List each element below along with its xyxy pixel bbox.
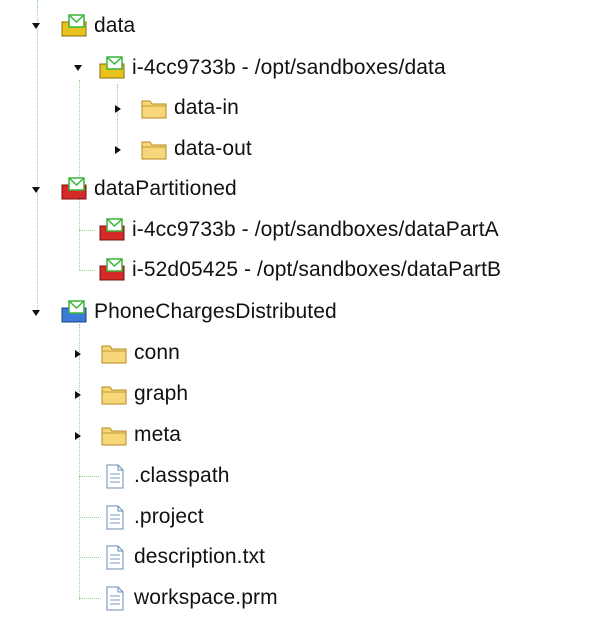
node-label: conn: [134, 341, 180, 364]
node-label: workspace.prm: [134, 586, 278, 609]
node-label: .classpath: [134, 464, 230, 487]
node-label: .project: [134, 505, 204, 528]
expand-toggle[interactable]: [112, 103, 124, 115]
tree-node[interactable]: data: [60, 10, 135, 42]
expand-toggle[interactable]: [72, 389, 84, 401]
folder-icon: [100, 340, 128, 366]
collapsed-arrow-icon: [75, 432, 81, 440]
project-tree: data i-4cc9733b - /opt/sandboxes/data da…: [0, 0, 602, 626]
project-folder-icon: [60, 176, 88, 202]
tree-line: [117, 84, 118, 150]
tree-node[interactable]: workspace.prm: [100, 582, 278, 614]
file-icon: [100, 544, 128, 570]
project-folder-icon: [98, 55, 126, 81]
node-label: PhoneChargesDistributed: [94, 300, 337, 323]
node-label: data: [94, 14, 136, 37]
tree-node[interactable]: dataPartitioned: [60, 173, 237, 205]
expanded-arrow-icon: [74, 65, 82, 71]
expand-toggle[interactable]: [30, 20, 42, 32]
expand-toggle[interactable]: [72, 62, 84, 74]
node-label: description.txt: [134, 545, 266, 568]
tree-node[interactable]: description.txt: [100, 541, 265, 573]
expand-toggle[interactable]: [72, 430, 84, 442]
node-label: i-4cc9733b - /opt/sandboxes/data: [132, 56, 446, 79]
tree-node[interactable]: meta: [100, 419, 181, 451]
collapsed-arrow-icon: [75, 350, 81, 358]
tree-node[interactable]: PhoneChargesDistributed: [60, 296, 337, 328]
folder-icon: [140, 95, 168, 121]
expanded-arrow-icon: [32, 187, 40, 193]
expand-toggle[interactable]: [112, 144, 124, 156]
folder-icon: [100, 381, 128, 407]
expanded-arrow-icon: [32, 310, 40, 316]
tree-line: [79, 598, 101, 599]
file-icon: [100, 504, 128, 530]
tree-node[interactable]: .classpath: [100, 460, 230, 492]
folder-icon: [100, 422, 128, 448]
tree-node[interactable]: i-4cc9733b - /opt/sandboxes/dataPartA: [98, 214, 499, 246]
expand-toggle[interactable]: [30, 184, 42, 196]
tree-node[interactable]: .project: [100, 501, 204, 533]
folder-icon: [140, 136, 168, 162]
node-label: graph: [134, 382, 189, 405]
tree-line: [79, 557, 101, 558]
tree-node[interactable]: data-out: [140, 133, 252, 165]
project-folder-icon: [98, 257, 126, 283]
project-folder-icon: [98, 217, 126, 243]
collapsed-arrow-icon: [75, 391, 81, 399]
collapsed-arrow-icon: [115, 146, 121, 154]
tree-node[interactable]: i-4cc9733b - /opt/sandboxes/data: [98, 52, 446, 84]
tree-node[interactable]: conn: [100, 337, 180, 369]
collapsed-arrow-icon: [115, 105, 121, 113]
node-label: data-in: [174, 96, 239, 119]
project-folder-icon: [60, 299, 88, 325]
project-folder-icon: [60, 13, 88, 39]
file-icon: [100, 463, 128, 489]
file-icon: [100, 585, 128, 611]
node-label: i-4cc9733b - /opt/sandboxes/dataPartA: [132, 218, 499, 241]
tree-line: [79, 476, 101, 477]
tree-line: [79, 324, 80, 600]
tree-node[interactable]: i-52d05425 - /opt/sandboxes/dataPartB: [98, 254, 501, 286]
node-label: data-out: [174, 137, 252, 160]
tree-line: [79, 517, 101, 518]
tree-line: [79, 270, 95, 271]
tree-line: [37, 0, 38, 312]
node-label: meta: [134, 423, 182, 446]
node-label: i-52d05425 - /opt/sandboxes/dataPartB: [132, 258, 502, 281]
tree-line: [79, 230, 95, 231]
tree-node[interactable]: graph: [100, 378, 188, 410]
expand-toggle[interactable]: [72, 348, 84, 360]
node-label: dataPartitioned: [94, 177, 237, 200]
expanded-arrow-icon: [32, 23, 40, 29]
tree-node[interactable]: data-in: [140, 92, 239, 124]
expand-toggle[interactable]: [30, 307, 42, 319]
